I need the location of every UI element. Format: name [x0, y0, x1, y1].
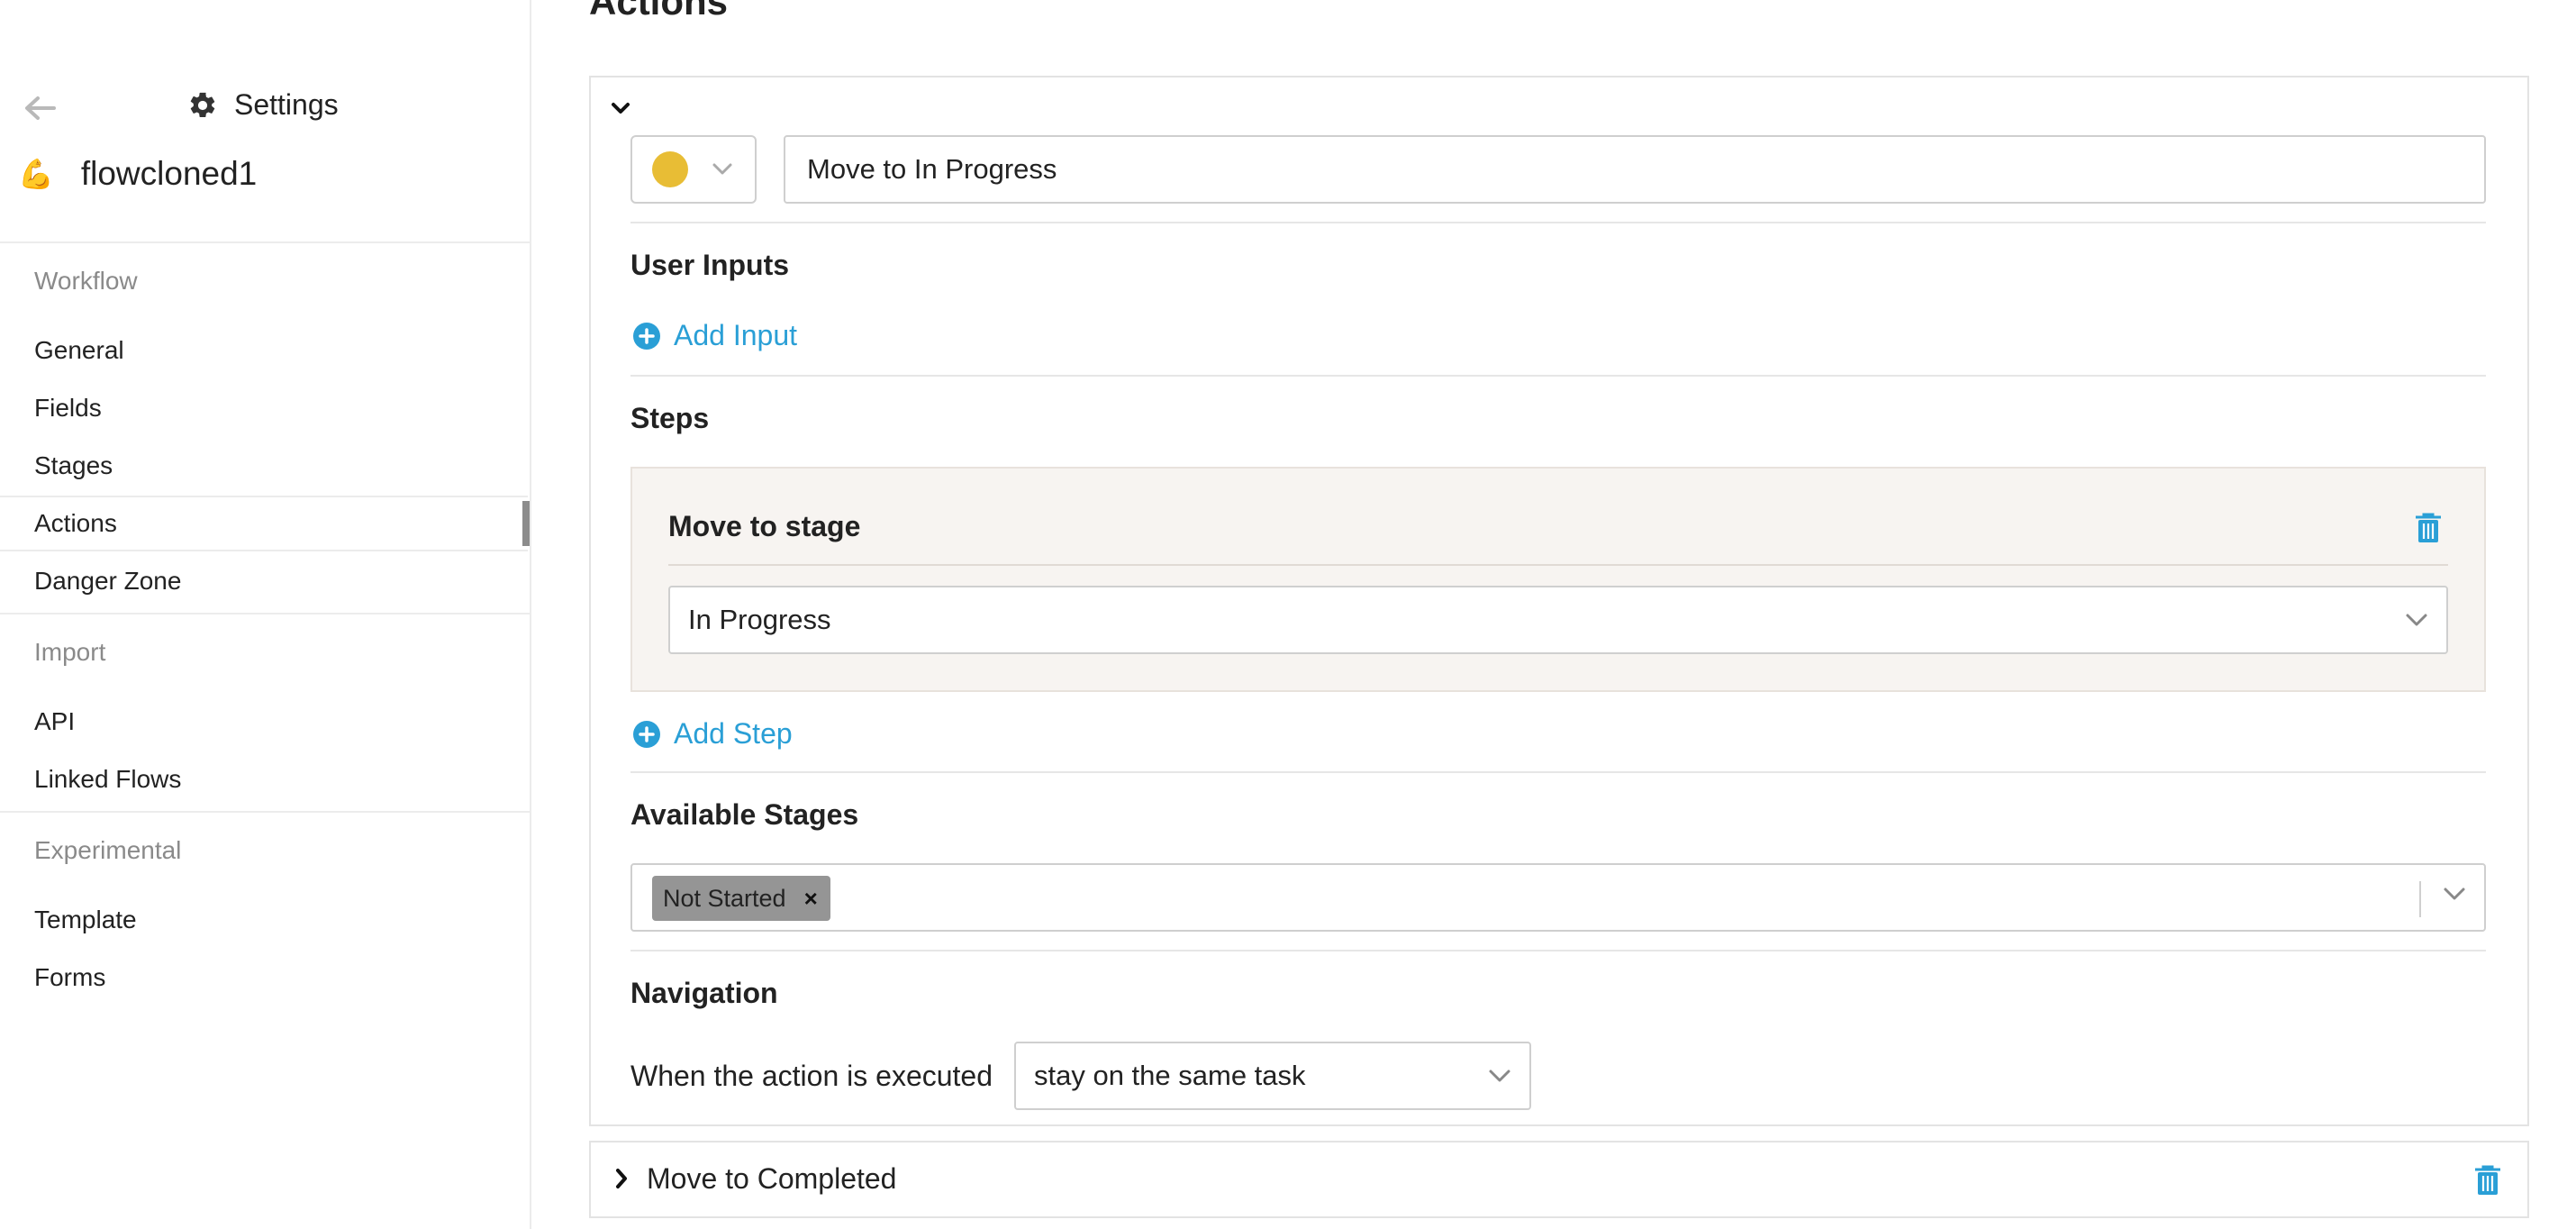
sidebar-item-template[interactable]: Template: [0, 892, 528, 948]
stage-tag: Not Started ×: [652, 876, 830, 921]
add-input-button[interactable]: Add Input: [632, 319, 797, 352]
navigation-label: When the action is executed: [630, 1060, 993, 1092]
sidebar-item-stages[interactable]: Stages: [0, 438, 528, 494]
chevron-right-icon[interactable]: [614, 1168, 629, 1189]
plus-circle-icon: [632, 720, 661, 749]
divider: [630, 375, 2486, 377]
chevron-down-icon[interactable]: [2443, 887, 2466, 901]
chevron-down-icon: [712, 162, 733, 177]
user-inputs-title: User Inputs: [630, 249, 790, 281]
sidebar: Settings 💪 flowcloned1 Workflow General …: [0, 0, 531, 1229]
color-picker[interactable]: [630, 135, 757, 204]
step-title: Move to stage: [668, 510, 861, 542]
settings-header: Settings: [187, 88, 339, 122]
flow-title: 💪 flowcloned1: [18, 155, 257, 193]
sidebar-item-actions[interactable]: Actions: [0, 496, 528, 551]
step-card: [630, 467, 2486, 692]
navigation-select[interactable]: stay on the same task: [1014, 1042, 1531, 1110]
trash-icon[interactable]: [2414, 512, 2443, 544]
chevron-down-icon: [2405, 613, 2428, 627]
color-swatch: [652, 151, 688, 187]
settings-label: Settings: [234, 88, 339, 121]
sidebar-item-danger-zone[interactable]: Danger Zone: [0, 553, 528, 609]
sidebar-item-general[interactable]: General: [0, 323, 528, 378]
sidebar-divider: [0, 613, 530, 614]
add-step-button[interactable]: Add Step: [632, 717, 793, 751]
plus-circle-icon: [632, 322, 661, 350]
flow-name: flowcloned1: [80, 155, 258, 192]
flexed-biceps-icon: 💪: [18, 158, 54, 190]
close-icon[interactable]: ×: [786, 885, 830, 913]
divider: [630, 222, 2486, 223]
chevron-down-icon[interactable]: [611, 101, 630, 115]
section-label-experimental: Experimental: [34, 836, 182, 864]
step-divider: [668, 564, 2448, 566]
chevron-down-icon: [1488, 1069, 1511, 1083]
available-stages-select[interactable]: Not Started ×: [630, 863, 2486, 932]
sidebar-item-linked-flows[interactable]: Linked Flows: [0, 751, 528, 807]
stage-tag-label: Not Started: [663, 884, 786, 912]
navigation-select-value: stay on the same task: [1034, 1060, 1306, 1091]
gear-icon: [187, 90, 218, 121]
add-input-label: Add Input: [674, 319, 797, 351]
add-step-label: Add Step: [674, 717, 793, 750]
trash-icon[interactable]: [2473, 1164, 2502, 1197]
divider: [630, 771, 2486, 773]
stage-select[interactable]: In Progress: [668, 586, 2448, 654]
stage-select-value: In Progress: [688, 604, 831, 635]
available-stages-title: Available Stages: [630, 798, 859, 831]
steps-title: Steps: [630, 402, 710, 434]
section-label-workflow: Workflow: [34, 267, 138, 295]
sidebar-item-api[interactable]: API: [0, 694, 528, 750]
active-indicator: [522, 501, 530, 546]
sidebar-item-forms[interactable]: Forms: [0, 950, 528, 1006]
action-name-input[interactable]: [784, 135, 2486, 204]
back-arrow-icon[interactable]: [22, 94, 58, 123]
sidebar-divider: [0, 811, 530, 813]
select-separator: [2419, 881, 2421, 917]
action-name: Move to Completed: [647, 1162, 897, 1195]
page-title: Actions: [589, 0, 729, 23]
section-label-import: Import: [34, 638, 106, 666]
divider: [630, 950, 2486, 951]
sidebar-item-fields[interactable]: Fields: [0, 380, 528, 436]
sidebar-divider: [0, 241, 530, 243]
navigation-title: Navigation: [630, 977, 778, 1009]
